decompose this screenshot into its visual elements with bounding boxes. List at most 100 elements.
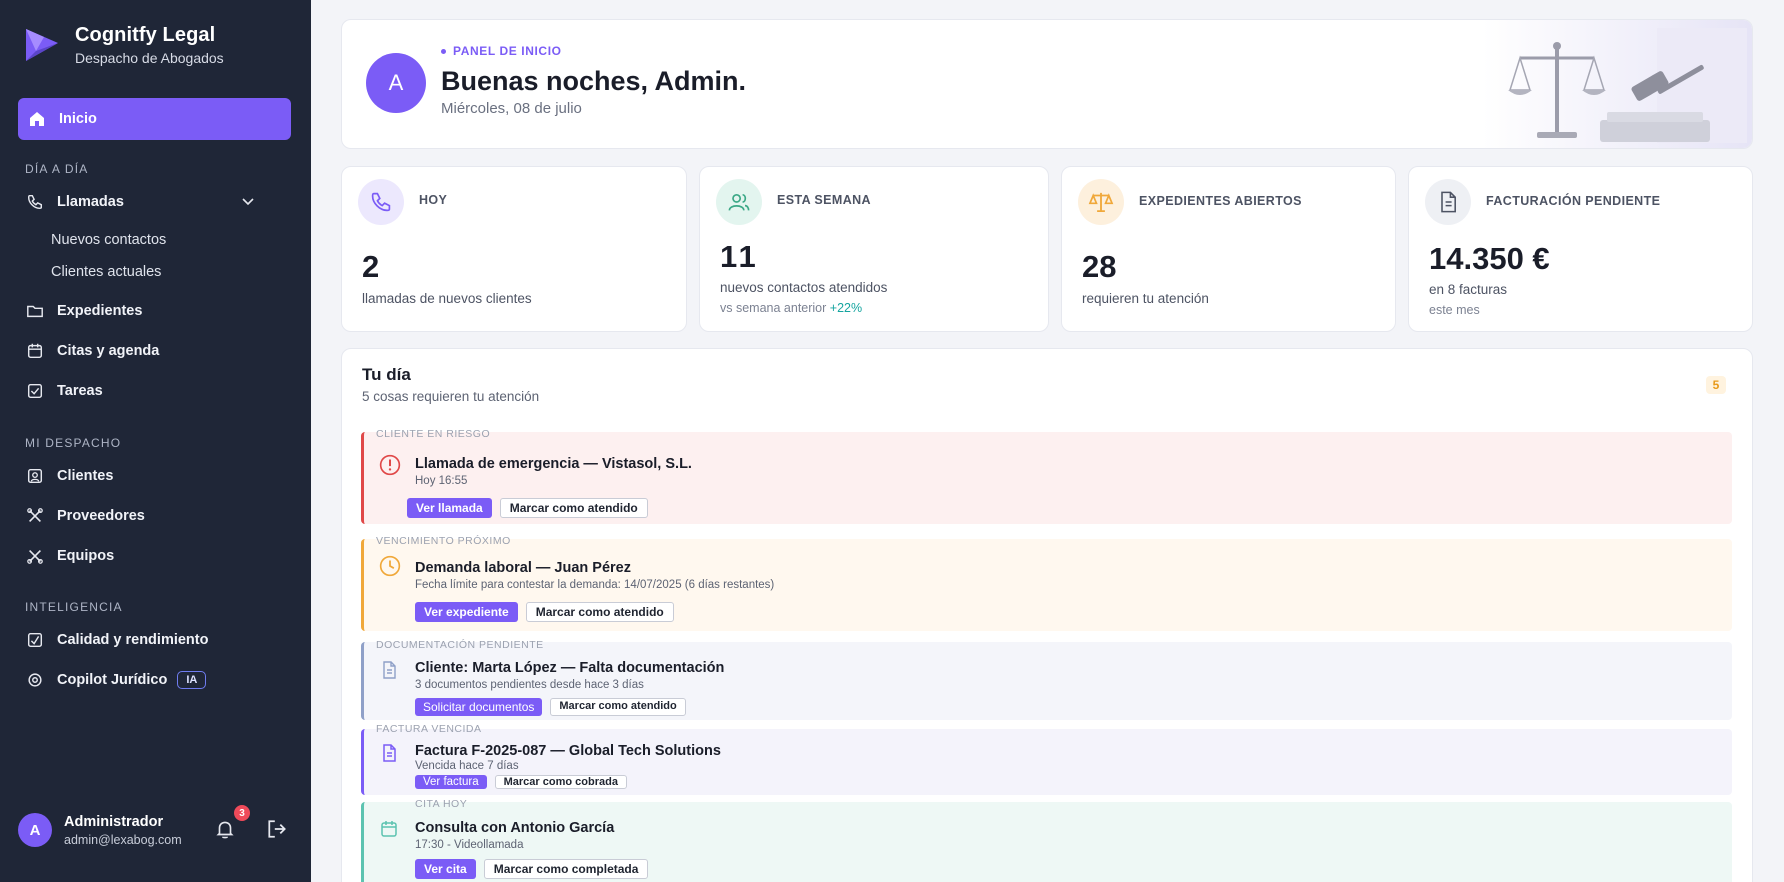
daily-agenda: Tu día 5 cosas requieren tu atención 5 C… xyxy=(341,348,1753,882)
ai-spark-icon xyxy=(25,670,45,690)
mark-paid-button[interactable]: Marcar como cobrada xyxy=(494,775,627,789)
section-label-day: DÍA A DÍA xyxy=(25,162,89,176)
contact-card-icon xyxy=(25,466,45,486)
brand-subtitle: Despacho de Abogados xyxy=(75,50,224,66)
sidebar-item-teams[interactable]: Equipos xyxy=(25,542,285,570)
stat-comparison: vs semana anterior +22% xyxy=(720,301,862,315)
item-meta: 3 documentos pendientes desde hace 3 día… xyxy=(415,679,644,691)
invoice-icon xyxy=(383,744,396,762)
user-email: admin@lexabog.com xyxy=(64,832,182,847)
item-category: CITA HOY xyxy=(415,798,468,810)
view-file-button[interactable]: Ver expediente xyxy=(415,602,518,622)
sidebar-item-label: Inicio xyxy=(59,111,97,127)
document-icon xyxy=(383,661,396,679)
item-title: Factura F-2025-087 — Global Tech Solutio… xyxy=(415,743,721,759)
tools-icon xyxy=(25,546,45,566)
sidebar-item-quality[interactable]: Calidad y rendimiento xyxy=(25,626,285,654)
stat-description: nuevos contactos atendidos xyxy=(720,280,888,295)
ia-badge: IA xyxy=(177,671,207,689)
brand[interactable]: Cognitfy Legal Despacho de Abogados xyxy=(22,24,224,66)
sidebar-item-label: Calidad y rendimiento xyxy=(57,632,209,648)
sidebar-item-home[interactable]: Inicio xyxy=(18,98,291,140)
list-item: DOCUMENTACIÓN PENDIENTE Cliente: Marta L… xyxy=(361,639,1732,720)
list-item: CITA HOY Consulta con Antonio García 17:… xyxy=(361,798,1732,882)
item-meta: 17:30 - Videollamada xyxy=(415,839,524,851)
stat-card-pending-billing[interactable]: FACTURACIÓN PENDIENTE 14.350 € en 8 fact… xyxy=(1408,166,1753,332)
sidebar-item-label: Expedientes xyxy=(57,303,143,319)
sidebar-item-files[interactable]: Expedientes xyxy=(25,297,285,325)
sidebar-item-appointments[interactable]: Citas y agenda xyxy=(25,337,285,365)
sidebar-item-label: Equipos xyxy=(57,548,115,564)
view-call-button[interactable]: Ver llamada xyxy=(407,498,492,518)
request-documents-button[interactable]: Solicitar documentos xyxy=(415,698,543,716)
stat-period: este mes xyxy=(1429,303,1480,317)
sidebar-item-label: Copilot Jurídico xyxy=(57,672,168,688)
welcome-banner: A PANEL DE INICIO Buenas noches, Admin. … xyxy=(341,19,1753,149)
item-title: Cliente: Marta López — Falta documentaci… xyxy=(415,660,725,676)
stat-description: requieren tu atención xyxy=(1082,291,1209,306)
item-meta: Hoy 16:55 xyxy=(415,475,468,487)
page-title: Buenas noches, Admin. xyxy=(441,66,747,96)
notification-badge: 3 xyxy=(234,805,250,821)
user-profile[interactable]: A Administrador admin@lexabog.com xyxy=(18,813,182,847)
mark-attended-button[interactable]: Marcar como atendido xyxy=(499,498,648,518)
sidebar-subitem-new-contacts[interactable]: Nuevos contactos xyxy=(51,232,166,248)
item-category: VENCIMIENTO PRÓXIMO xyxy=(376,535,511,547)
mark-completed-button[interactable]: Marcar como completada xyxy=(483,859,649,879)
bell-icon[interactable] xyxy=(214,818,236,840)
section-subtitle: 5 cosas requieren tu atención xyxy=(362,389,540,404)
stat-label: ESTA SEMANA xyxy=(777,193,871,207)
tools-icon xyxy=(25,506,45,526)
view-invoice-button[interactable]: Ver factura xyxy=(415,775,487,789)
sidebar-item-providers[interactable]: Proveedores xyxy=(25,502,285,530)
user-name: Administrador xyxy=(64,813,164,830)
section-label-intel: INTELIGENCIA xyxy=(25,600,123,614)
item-category: FACTURA VENCIDA xyxy=(376,723,482,735)
sidebar-item-tasks[interactable]: Tareas xyxy=(25,377,285,405)
item-title: Consulta con Antonio García xyxy=(415,820,615,836)
item-category: CLIENTE EN RIESGO xyxy=(376,428,491,440)
stat-label: EXPEDIENTES ABIERTOS xyxy=(1139,194,1302,208)
stat-value: 28 xyxy=(1082,249,1117,284)
stat-card-open-files[interactable]: EXPEDIENTES ABIERTOS 28 requieren tu ate… xyxy=(1061,166,1396,332)
view-appointment-button[interactable]: Ver cita xyxy=(415,859,476,879)
stat-value: 11 xyxy=(720,239,759,274)
scale-icon xyxy=(1078,179,1124,225)
chart-check-icon xyxy=(25,630,45,650)
clock-icon xyxy=(379,555,401,577)
chevron-down-icon[interactable] xyxy=(241,194,255,208)
count-badge: 5 xyxy=(1706,376,1726,394)
logout-icon[interactable] xyxy=(266,818,288,840)
item-title: Llamada de emergencia — Vistasol, S.L. xyxy=(415,456,692,472)
stat-card-today[interactable]: HOY 2 llamadas de nuevos clientes xyxy=(341,166,687,332)
sidebar-item-clients[interactable]: Clientes xyxy=(25,462,285,490)
stat-description: en 8 facturas xyxy=(1429,282,1508,297)
sidebar-item-label: Citas y agenda xyxy=(57,343,160,359)
stat-card-week[interactable]: ESTA SEMANA 11 nuevos contactos atendido… xyxy=(699,166,1049,332)
avatar: A xyxy=(366,53,426,113)
mark-attended-button[interactable]: Marcar como atendido xyxy=(525,602,674,622)
phone-icon xyxy=(358,179,404,225)
stat-value: 2 xyxy=(362,249,380,284)
dot-icon xyxy=(441,49,446,55)
justice-scale-illustration xyxy=(1482,20,1752,148)
stat-label: FACTURACIÓN PENDIENTE xyxy=(1486,194,1661,208)
sidebar-item-label: Proveedores xyxy=(57,508,145,524)
page-eyebrow: PANEL DE INICIO xyxy=(441,44,562,58)
section-title: Tu día xyxy=(362,365,411,384)
calendar-icon xyxy=(25,341,45,361)
sidebar-subitem-current-clients[interactable]: Clientes actuales xyxy=(51,264,161,280)
stat-description: llamadas de nuevos clientes xyxy=(362,291,532,306)
sidebar-item-calls[interactable]: Llamadas xyxy=(25,188,285,216)
calendar-icon xyxy=(381,821,397,837)
current-date: Miércoles, 08 de julio xyxy=(441,100,582,117)
item-meta: Vencida hace 7 días xyxy=(415,760,519,772)
stat-value: 14.350 € xyxy=(1429,241,1550,276)
sidebar-item-copilot[interactable]: Copilot Jurídico IA xyxy=(25,666,285,694)
page-eyebrow-text: PANEL DE INICIO xyxy=(453,44,562,58)
sidebar-item-label: Llamadas xyxy=(57,194,124,210)
stat-delta: +22% xyxy=(829,301,863,315)
home-icon xyxy=(30,112,44,126)
mark-attended-button[interactable]: Marcar como atendido xyxy=(550,698,686,716)
document-icon xyxy=(1425,179,1471,225)
